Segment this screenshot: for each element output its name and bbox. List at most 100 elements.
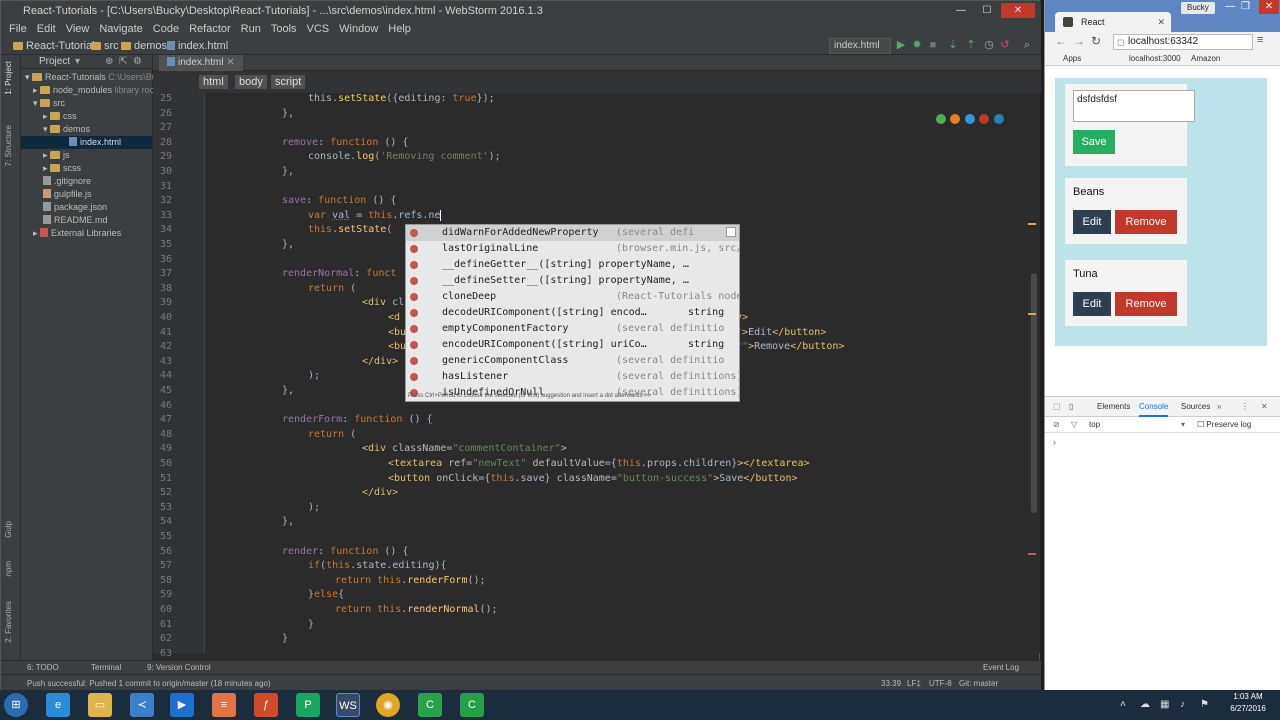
maximize-button[interactable]: ☐ <box>975 3 999 18</box>
clear-console-icon[interactable]: ⊘ <box>1053 417 1060 433</box>
run-config-select[interactable]: index.html <box>829 38 891 54</box>
filezilla-taskbar-icon[interactable]: ƒ <box>254 693 278 717</box>
completion-item[interactable]: didWarnForAddedNewProperty (several defi <box>406 225 739 241</box>
camtasia-taskbar-icon[interactable]: C <box>418 693 442 717</box>
bookmark-localhost[interactable]: localhost:3000 <box>1129 52 1181 66</box>
editor-scrollbar[interactable] <box>1028 93 1040 653</box>
opera-preview-icon[interactable] <box>979 114 990 124</box>
explorer-taskbar-icon[interactable]: ▭ <box>88 693 112 717</box>
menu-navigate[interactable]: Navigate <box>99 21 142 37</box>
revert-icon[interactable]: ↺ <box>999 39 1011 51</box>
console-prompt[interactable]: › <box>1053 437 1056 447</box>
tree-item-package-json[interactable]: package.json <box>43 201 107 214</box>
project-view-dropdown-icon[interactable]: ▾ <box>75 55 80 69</box>
close-tab-icon[interactable]: ✕ <box>1157 12 1165 32</box>
more-tabs-icon[interactable]: » <box>1217 397 1221 417</box>
chrome-minimize-button[interactable]: — <box>1225 1 1235 12</box>
devtools-close-icon[interactable]: ✕ <box>1261 397 1268 417</box>
completion-item[interactable]: encodeURIComponent([string] uriCo… string <box>406 337 739 353</box>
ie-taskbar-icon[interactable]: e <box>46 693 70 717</box>
context-dropdown-icon[interactable]: ▾ <box>1181 417 1185 433</box>
edit-button[interactable]: Edit <box>1073 210 1111 234</box>
tool-version-control[interactable]: 9: Version Control <box>147 661 211 675</box>
inspect-element-icon[interactable]: ⬚ <box>1053 397 1061 417</box>
tool-todo[interactable]: 6: TODO <box>27 661 59 675</box>
tool-tab-npm[interactable]: npm <box>4 561 13 577</box>
devtools-tab-sources[interactable]: Sources <box>1181 397 1210 417</box>
completion-item[interactable]: cloneDeep (React-Tutorials node_modules) <box>406 289 739 305</box>
tool-event-log[interactable]: Event Log <box>983 661 1019 675</box>
tree-item-css[interactable]: ▸ css <box>43 110 77 123</box>
minimize-button[interactable]: — <box>949 3 973 18</box>
completion-item[interactable]: lastOriginalLine (browser.min.js, src/js) <box>406 241 739 257</box>
tool-tab-gulp[interactable]: Gulp <box>4 521 13 538</box>
profile-button[interactable]: Bucky <box>1181 2 1215 14</box>
edit-button[interactable]: Edit <box>1073 292 1111 316</box>
close-button[interactable]: ✕ <box>1001 3 1035 18</box>
stop-icon[interactable]: ■ <box>927 39 939 51</box>
tray-volume-icon[interactable]: ♪ <box>1180 699 1185 710</box>
preserve-log-checkbox[interactable]: ☐ Preserve log <box>1197 417 1251 433</box>
nav-crumb-file[interactable]: index.html <box>167 37 228 55</box>
code-completion-popup[interactable]: didWarnForAddedNewProperty (several defi l… <box>405 224 740 402</box>
menu-code[interactable]: Code <box>153 21 179 37</box>
menu-window[interactable]: Window <box>339 21 378 37</box>
recorder-taskbar-icon[interactable]: C <box>460 693 484 717</box>
menu-icon[interactable]: ≡ <box>1257 34 1263 46</box>
back-button-icon[interactable]: ← <box>1055 34 1067 48</box>
popup-pin-icon[interactable] <box>726 227 736 237</box>
project-panel-header[interactable]: Project ▾ ⊕ ⇱ ⚙ <box>21 55 153 69</box>
app-taskbar-icon[interactable]: ≡ <box>212 693 236 717</box>
browser-tab[interactable]: React ✕ <box>1055 12 1171 32</box>
completion-item[interactable]: emptyComponentFactory (several definitio <box>406 321 739 337</box>
bookmark-apps[interactable]: Apps <box>1063 52 1081 66</box>
vcs-commit-icon[interactable]: ⇡ <box>965 39 977 51</box>
breadcrumb-body[interactable]: body <box>235 75 267 89</box>
save-button[interactable]: Save <box>1073 130 1115 154</box>
completion-item[interactable]: genericComponentClass (several definitio <box>406 353 739 369</box>
completion-item[interactable]: decodeURIComponent([string] encod… string <box>406 305 739 321</box>
tool-tab-project[interactable]: 1: Project <box>4 61 13 95</box>
run-icon[interactable]: ▶ <box>895 39 907 51</box>
vcs-update-icon[interactable]: ⇣ <box>947 39 959 51</box>
vscode-taskbar-icon[interactable]: ≺ <box>130 693 154 717</box>
tray-cloud-icon[interactable]: ☁ <box>1140 699 1150 710</box>
nav-crumb-src[interactable]: src <box>91 37 119 55</box>
completion-item[interactable]: __defineSetter__([string] propertyName, … <box>406 273 739 289</box>
bookmark-amazon[interactable]: Amazon <box>1191 52 1220 66</box>
tool-terminal[interactable]: Terminal <box>91 661 121 675</box>
collapse-icon[interactable]: ⇱ <box>119 55 127 69</box>
editor-tab-index-html[interactable]: index.html ✕ <box>159 55 243 71</box>
ie-preview-icon[interactable] <box>993 114 1004 124</box>
breadcrumb-html[interactable]: html <box>199 75 228 89</box>
menu-tools[interactable]: Tools <box>271 21 297 37</box>
remove-button[interactable]: Remove <box>1115 210 1177 234</box>
chrome-preview-icon[interactable] <box>936 114 946 124</box>
tree-item-index-html[interactable]: index.html <box>21 136 152 149</box>
tool-tab-structure[interactable]: 7: Structure <box>4 125 13 166</box>
filter-icon[interactable]: ▽ <box>1071 417 1077 433</box>
settings-gear-icon[interactable]: ⚙ <box>133 55 142 69</box>
tree-item-readme[interactable]: README.md <box>43 214 108 227</box>
history-icon[interactable]: ◷ <box>983 39 995 51</box>
tree-item-project-root[interactable]: ▾ React-Tutorials C:\Users\Bu <box>25 71 157 84</box>
address-bar[interactable]: ◻ localhost:63342 <box>1113 34 1253 50</box>
comment-textarea[interactable]: dsfdsfdsf <box>1073 90 1195 122</box>
tray-up-arrow-icon[interactable]: ˄ <box>1120 699 1126 710</box>
menu-run[interactable]: Run <box>241 21 261 37</box>
tree-item-node-modules[interactable]: ▸ node_modules library roc <box>33 84 154 97</box>
menu-refactor[interactable]: Refactor <box>189 21 231 37</box>
forward-button-icon[interactable]: → <box>1073 34 1085 48</box>
pycharm-taskbar-icon[interactable]: P <box>296 693 320 717</box>
devtools-menu-icon[interactable]: ⋮ <box>1241 397 1249 417</box>
tree-item-scss[interactable]: ▸ scss <box>43 162 81 175</box>
devtools-tab-elements[interactable]: Elements <box>1097 397 1130 417</box>
media-taskbar-icon[interactable]: ▶ <box>170 693 194 717</box>
context-selector[interactable]: top <box>1089 417 1100 433</box>
chrome-close-button[interactable]: ✕ <box>1259 0 1279 14</box>
device-mode-icon[interactable]: ▯ <box>1069 397 1073 417</box>
tree-item-js[interactable]: ▸ js <box>43 149 70 162</box>
debug-icon[interactable]: ✹ <box>911 39 923 51</box>
menu-edit[interactable]: Edit <box>37 21 56 37</box>
start-button-icon[interactable]: ⊞ <box>4 693 28 717</box>
